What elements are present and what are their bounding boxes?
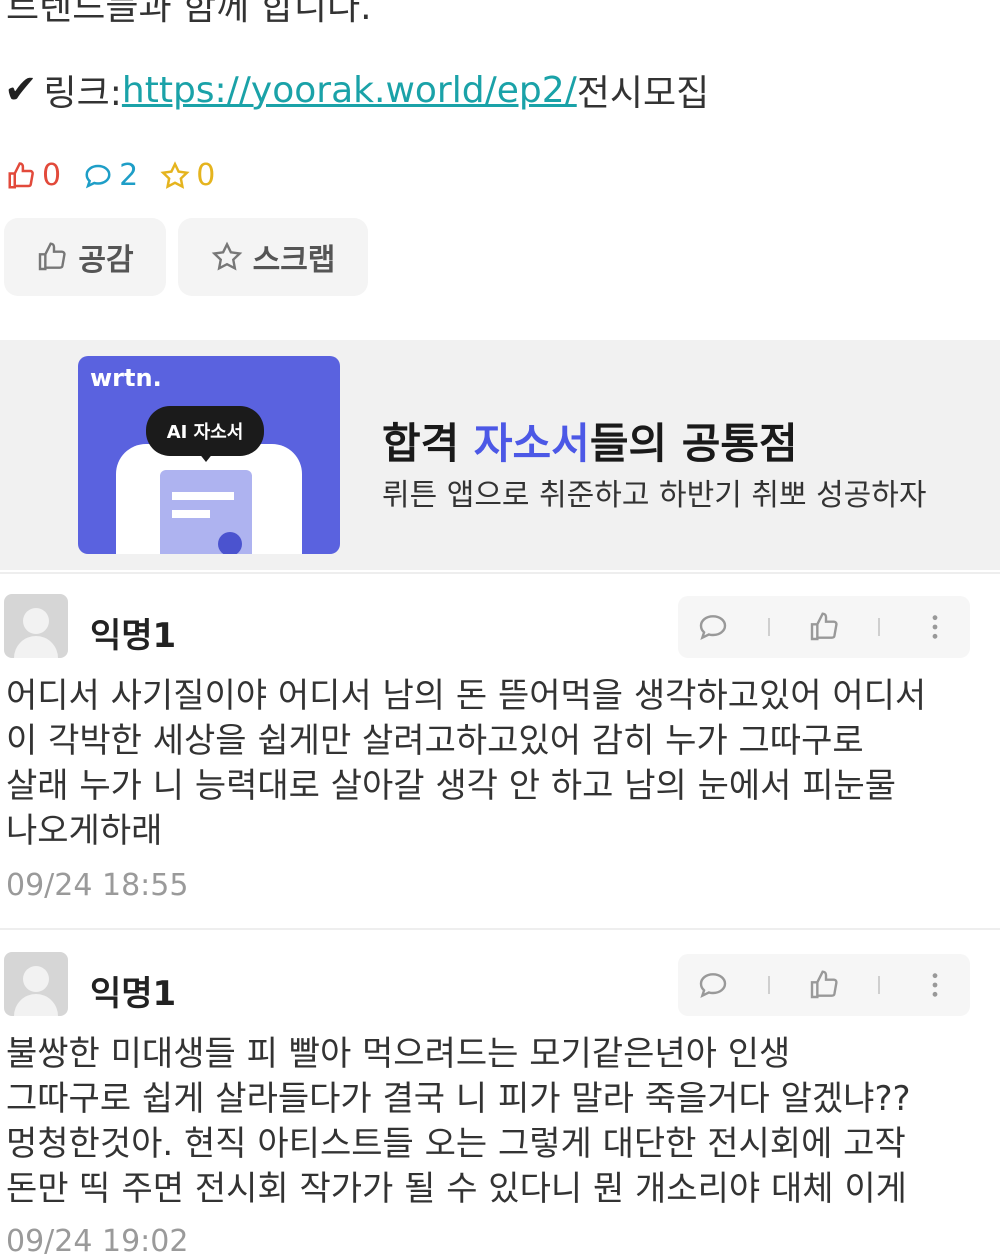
ad-title: 합격 자소서들의 공통점 [382,419,798,468]
ad-bubble: AI 자소서 [146,406,264,456]
star-icon [211,241,242,271]
avatar [4,952,68,1016]
reply-icon[interactable] [697,969,729,1001]
like-count: 0 [42,158,62,193]
avatar [4,594,68,658]
comment-stat: 2 [83,158,138,193]
like-stat: 0 [6,158,61,193]
thumbs-up-icon [39,242,67,271]
comment-body: 어디서 사기질이야 어디서 남의 돈 뜯어먹을 생각하고있어 어디서 이 각박한… [6,676,927,851]
like-button-label: 공감 [78,243,134,278]
person-icon [218,532,242,554]
checkmark-icon: ✔ [4,67,38,113]
comment-actions [678,954,970,1016]
link-suffix: 전시모집 [576,73,710,114]
post-stats: 0 2 0 [6,158,237,193]
document-illustration [160,470,252,554]
reply-icon[interactable] [697,611,729,643]
divider [0,572,1000,574]
ad-banner[interactable]: wrtn. AI 자소서 합격 자소서들의 공통점 뤼튼 앱으로 취준하고 하반… [0,340,1000,570]
scrap-button-label: 스크랩 [252,243,336,278]
speech-bubble-icon [85,164,111,188]
comment-time: 09/24 18:55 [6,868,189,903]
post-link-line: ✔ 링크: https://yoorak.world/ep2/ 전시모집 [4,64,709,116]
comment-body: 불쌍한 미대생들 피 빨아 먹으려드는 모기같은년아 인생 그따구로 쉽게 살라… [6,1034,911,1209]
star-icon [160,160,190,189]
ad-logo: wrtn. [90,364,162,392]
comment-author: 익명1 [90,974,177,1014]
thumbs-up-icon [8,161,34,188]
comment-actions [678,596,970,658]
more-vertical-icon[interactable] [919,969,951,1001]
scrap-count: 0 [196,158,216,193]
comment-time: 09/24 19:02 [6,1224,189,1259]
post-link[interactable]: https://yoorak.world/ep2/ [122,70,577,111]
comment-author: 익명1 [90,616,177,656]
scrap-button[interactable]: 스크랩 [178,218,368,296]
ad-subtitle: 뤼튼 앱으로 취준하고 하반기 취뽀 성공하자 [382,478,927,513]
more-vertical-icon[interactable] [919,611,951,643]
thumbs-up-icon[interactable] [808,969,840,1001]
ad-image: wrtn. AI 자소서 [78,356,340,554]
link-label: 링크: [43,73,122,114]
comment-count: 2 [119,158,139,193]
like-button[interactable]: 공감 [4,218,166,296]
divider [0,928,1000,930]
post-body-partial: 트렌드들과 함께 합니다. [6,0,372,28]
thumbs-up-icon[interactable] [808,611,840,643]
scrap-stat: 0 [160,158,215,193]
